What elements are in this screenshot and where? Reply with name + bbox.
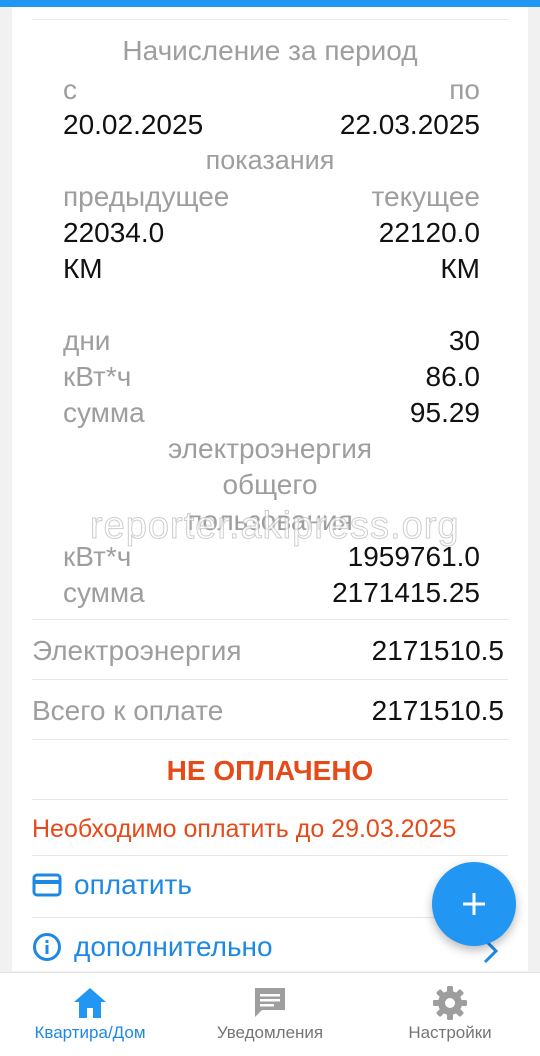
readings-heading: показания <box>205 145 335 175</box>
days-label: дни <box>63 325 111 356</box>
common-sum-label: сумма <box>63 577 145 608</box>
previous-reading-label: предыдущее <box>63 181 230 212</box>
payment-status-badge: НЕ ОПЛАЧЕНО <box>166 755 374 786</box>
divider <box>32 619 508 620</box>
previous-reading-unit: КМ <box>63 253 103 284</box>
watermark-text: reporter.akipress.org <box>90 505 460 548</box>
info-icon <box>32 932 62 962</box>
divider <box>32 739 508 740</box>
nav-item-apartment[interactable]: Квартира/Дом <box>0 973 180 1056</box>
from-label: с <box>63 74 77 105</box>
common-sum-value: 2171415.25 <box>332 577 480 608</box>
home-icon <box>72 985 108 1021</box>
sum-value: 95.29 <box>409 397 480 428</box>
to-date: 22.03.2025 <box>339 109 480 140</box>
credit-card-icon <box>32 870 62 900</box>
days-value: 30 <box>448 325 480 356</box>
nav-item-label: Квартира/Дом <box>34 1023 146 1042</box>
gear-icon <box>432 985 468 1021</box>
pay-button[interactable]: оплатить <box>32 869 192 901</box>
add-floating-button[interactable] <box>432 862 516 946</box>
electricity-label: Электроэнергия <box>32 635 242 666</box>
more-info-button[interactable]: дополнительно <box>32 931 273 963</box>
accrual-period-heading: Начисление за период <box>122 35 418 66</box>
nav-item-label: Настройки <box>408 1023 492 1042</box>
current-reading-value: 22120.0 <box>378 217 480 248</box>
plus-icon <box>461 891 487 917</box>
total-due-value: 2171510.5 <box>371 695 504 726</box>
payment-due-notice: Необходимо оплатить до 29.03.2025 <box>32 815 457 843</box>
more-info-label: дополнительно <box>74 931 273 962</box>
kwh-value: 86.0 <box>425 361 481 392</box>
common-electricity-heading-line2: общего <box>222 469 318 500</box>
previous-reading-value: 22034.0 <box>63 217 165 248</box>
divider <box>32 855 508 856</box>
accrual-card: Начисление за период с по 20.02.2025 22.… <box>12 7 528 971</box>
total-due-label: Всего к оплате <box>32 695 224 726</box>
sum-label: сумма <box>63 397 145 428</box>
nav-item-settings[interactable]: Настройки <box>360 973 540 1056</box>
electricity-value: 2171510.5 <box>371 635 504 666</box>
from-date: 20.02.2025 <box>63 109 204 140</box>
divider <box>32 799 508 800</box>
divider <box>32 679 508 680</box>
common-electricity-heading-line1: электроэнергия <box>167 433 373 464</box>
nav-item-label: Уведомления <box>216 1023 324 1042</box>
message-icon <box>252 985 288 1021</box>
top-accent-bar <box>0 0 540 7</box>
current-reading-unit: КМ <box>440 253 480 284</box>
pay-button-label: оплатить <box>74 869 192 900</box>
current-reading-label: текущее <box>371 181 480 212</box>
kwh-label: кВт*ч <box>63 361 132 392</box>
to-label: по <box>449 74 480 105</box>
bottom-navigation: Квартира/Дом Уведомления Настройки <box>0 972 540 1056</box>
nav-item-notifications[interactable]: Уведомления <box>180 973 360 1056</box>
card-divider <box>32 19 508 20</box>
